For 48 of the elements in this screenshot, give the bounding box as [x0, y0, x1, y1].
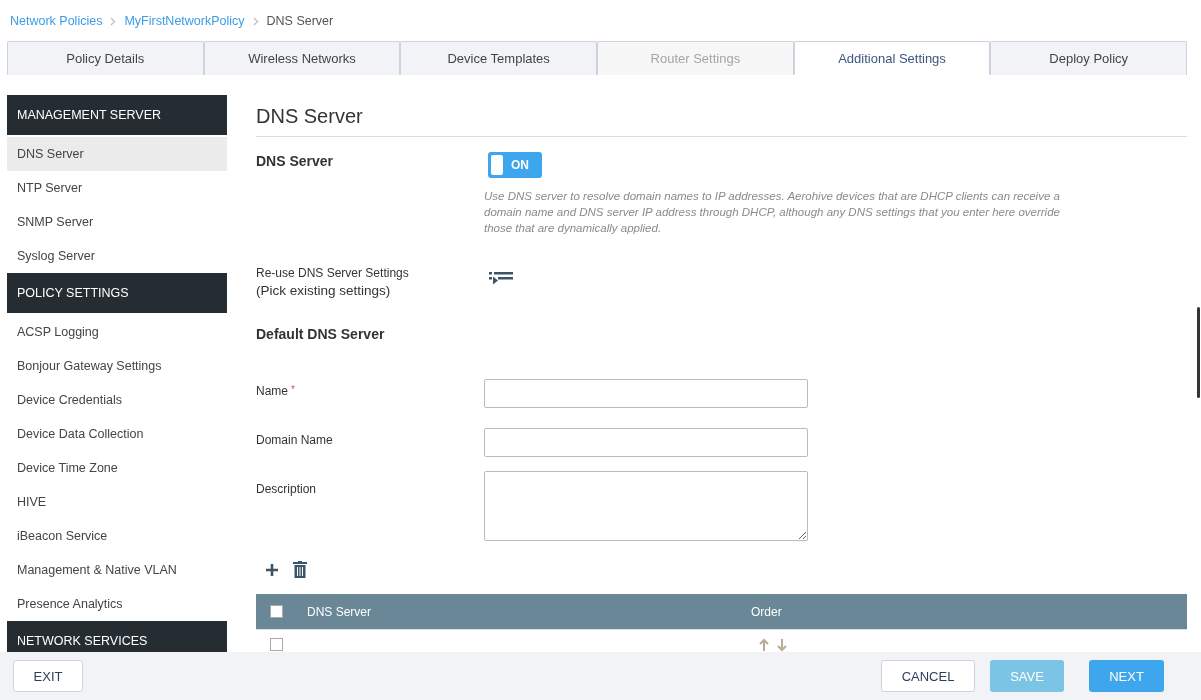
sidebar-item[interactable]: iBeacon Service: [7, 519, 227, 553]
sidebar-item[interactable]: Syslog Server: [7, 239, 227, 273]
sidebar-item[interactable]: Device Data Collection: [7, 417, 227, 451]
add-icon[interactable]: [265, 562, 279, 577]
column-header: Order: [751, 604, 782, 619]
checkbox[interactable]: [270, 638, 283, 651]
sidebar-item[interactable]: Management & Native VLAN: [7, 553, 227, 587]
sidebar-item[interactable]: HIVE: [7, 485, 227, 519]
sidebar-item[interactable]: DNS Server: [7, 137, 227, 171]
cancel-button[interactable]: CANCEL: [881, 660, 975, 692]
tab[interactable]: Deploy Policy: [990, 41, 1188, 75]
breadcrumb-current: DNS Server: [266, 14, 334, 28]
chevron-icon: [252, 16, 259, 26]
trash-icon[interactable]: [293, 561, 307, 578]
sidebar-section-header: MANAGEMENT SERVER: [7, 95, 227, 135]
tab[interactable]: Additional Settings: [793, 41, 991, 75]
sidebar-item[interactable]: NTP Server: [7, 171, 227, 205]
scrollbar-thumb[interactable]: [1197, 307, 1200, 398]
section-title: Default DNS Server: [256, 326, 386, 342]
sidebar-item[interactable]: Device Time Zone: [7, 451, 227, 485]
column-header: DNS Server: [307, 604, 372, 619]
chevron-icon: [110, 16, 117, 26]
sidebar-item[interactable]: Bonjour Gateway Settings: [7, 349, 227, 383]
field-label: DNS Server: [256, 152, 335, 171]
tab[interactable]: Device Templates: [400, 41, 597, 75]
textarea-field[interactable]: [484, 471, 808, 541]
tab[interactable]: Wireless Networks: [203, 41, 401, 75]
field-label: Re-use DNS Server Settings: [256, 266, 410, 280]
required-marker: *: [291, 384, 295, 395]
sidebar-section-header: NETWORK SERVICES: [7, 621, 227, 652]
reorder-arrows-icon[interactable]: [758, 638, 788, 652]
page-title: DNS Server: [256, 95, 1187, 137]
list-picker-icon[interactable]: [489, 271, 513, 285]
sidebar-item[interactable]: ACSP Logging: [7, 315, 227, 349]
sidebar-item[interactable]: Presence Analytics: [7, 587, 227, 621]
field-label: Name: [256, 384, 288, 398]
exit-button[interactable]: EXIT: [13, 660, 83, 692]
input-field[interactable]: [484, 379, 808, 408]
sidebar-item[interactable]: SNMP Server: [7, 205, 227, 239]
field-label: Description: [256, 482, 317, 496]
checkbox[interactable]: [270, 605, 283, 618]
sidebar-section-header: POLICY SETTINGS: [7, 273, 227, 313]
sidebar-item[interactable]: Device Credentials: [7, 383, 227, 417]
field-hint: (Pick existing settings): [256, 283, 392, 298]
field-label: Domain Name: [256, 433, 333, 447]
tab[interactable]: Policy Details: [7, 41, 204, 75]
input-field[interactable]: [484, 428, 808, 457]
help-text: Use DNS server to resolve domain names to IP addresses. Aerohive devices that are DHCP clients can receive a domain name and DNS server IP address through DHCP, although any DNS settings that you enter here override those that are dynamically applied.: [484, 189, 1061, 236]
